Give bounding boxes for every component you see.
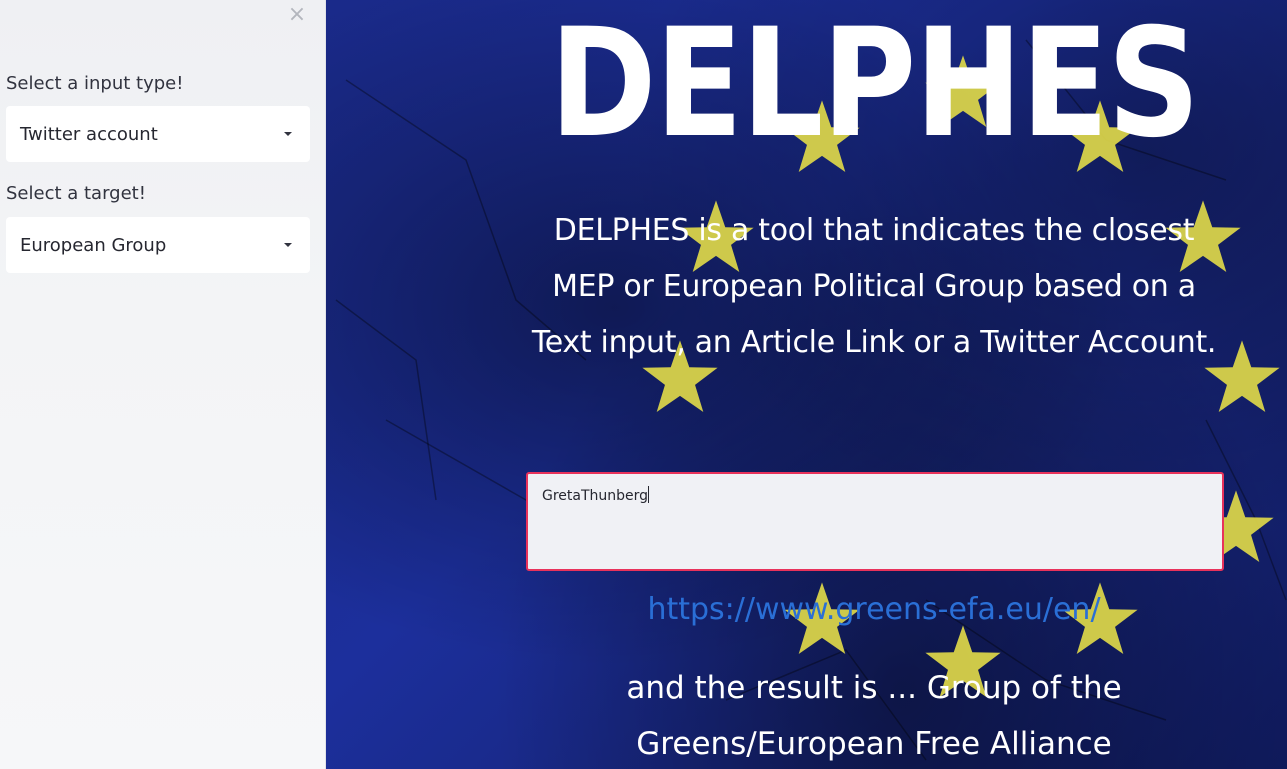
result-prefix: and the result is ... — [626, 670, 927, 706]
result-text: and the result is ... Group of the Green… — [522, 660, 1226, 769]
input-type-label: Select a input type! — [6, 73, 184, 94]
input-type-select[interactable]: Twitter account — [6, 106, 310, 162]
main-content: DELPHES DELPHES is a tool that indicates… — [326, 0, 1287, 769]
chevron-down-icon — [284, 132, 292, 136]
result-link[interactable]: https://www.greens-efa.eu/en/ — [326, 592, 1287, 627]
tool-description: DELPHES is a tool that indicates the clo… — [531, 213, 1217, 360]
input-type-value: Twitter account — [20, 123, 158, 145]
target-value: European Group — [20, 234, 167, 256]
chevron-down-icon — [284, 243, 292, 247]
close-sidebar-icon[interactable]: × — [286, 4, 308, 26]
target-select[interactable]: European Group — [6, 217, 310, 273]
text-cursor — [648, 486, 650, 503]
input-value: GretaThunberg — [542, 488, 649, 504]
page-title: DELPHES — [549, 0, 1201, 171]
twitter-account-input[interactable]: GretaThunberg — [526, 472, 1224, 571]
sidebar: × Select a input type! Twitter account S… — [0, 0, 326, 769]
target-label: Select a target! — [6, 183, 146, 204]
